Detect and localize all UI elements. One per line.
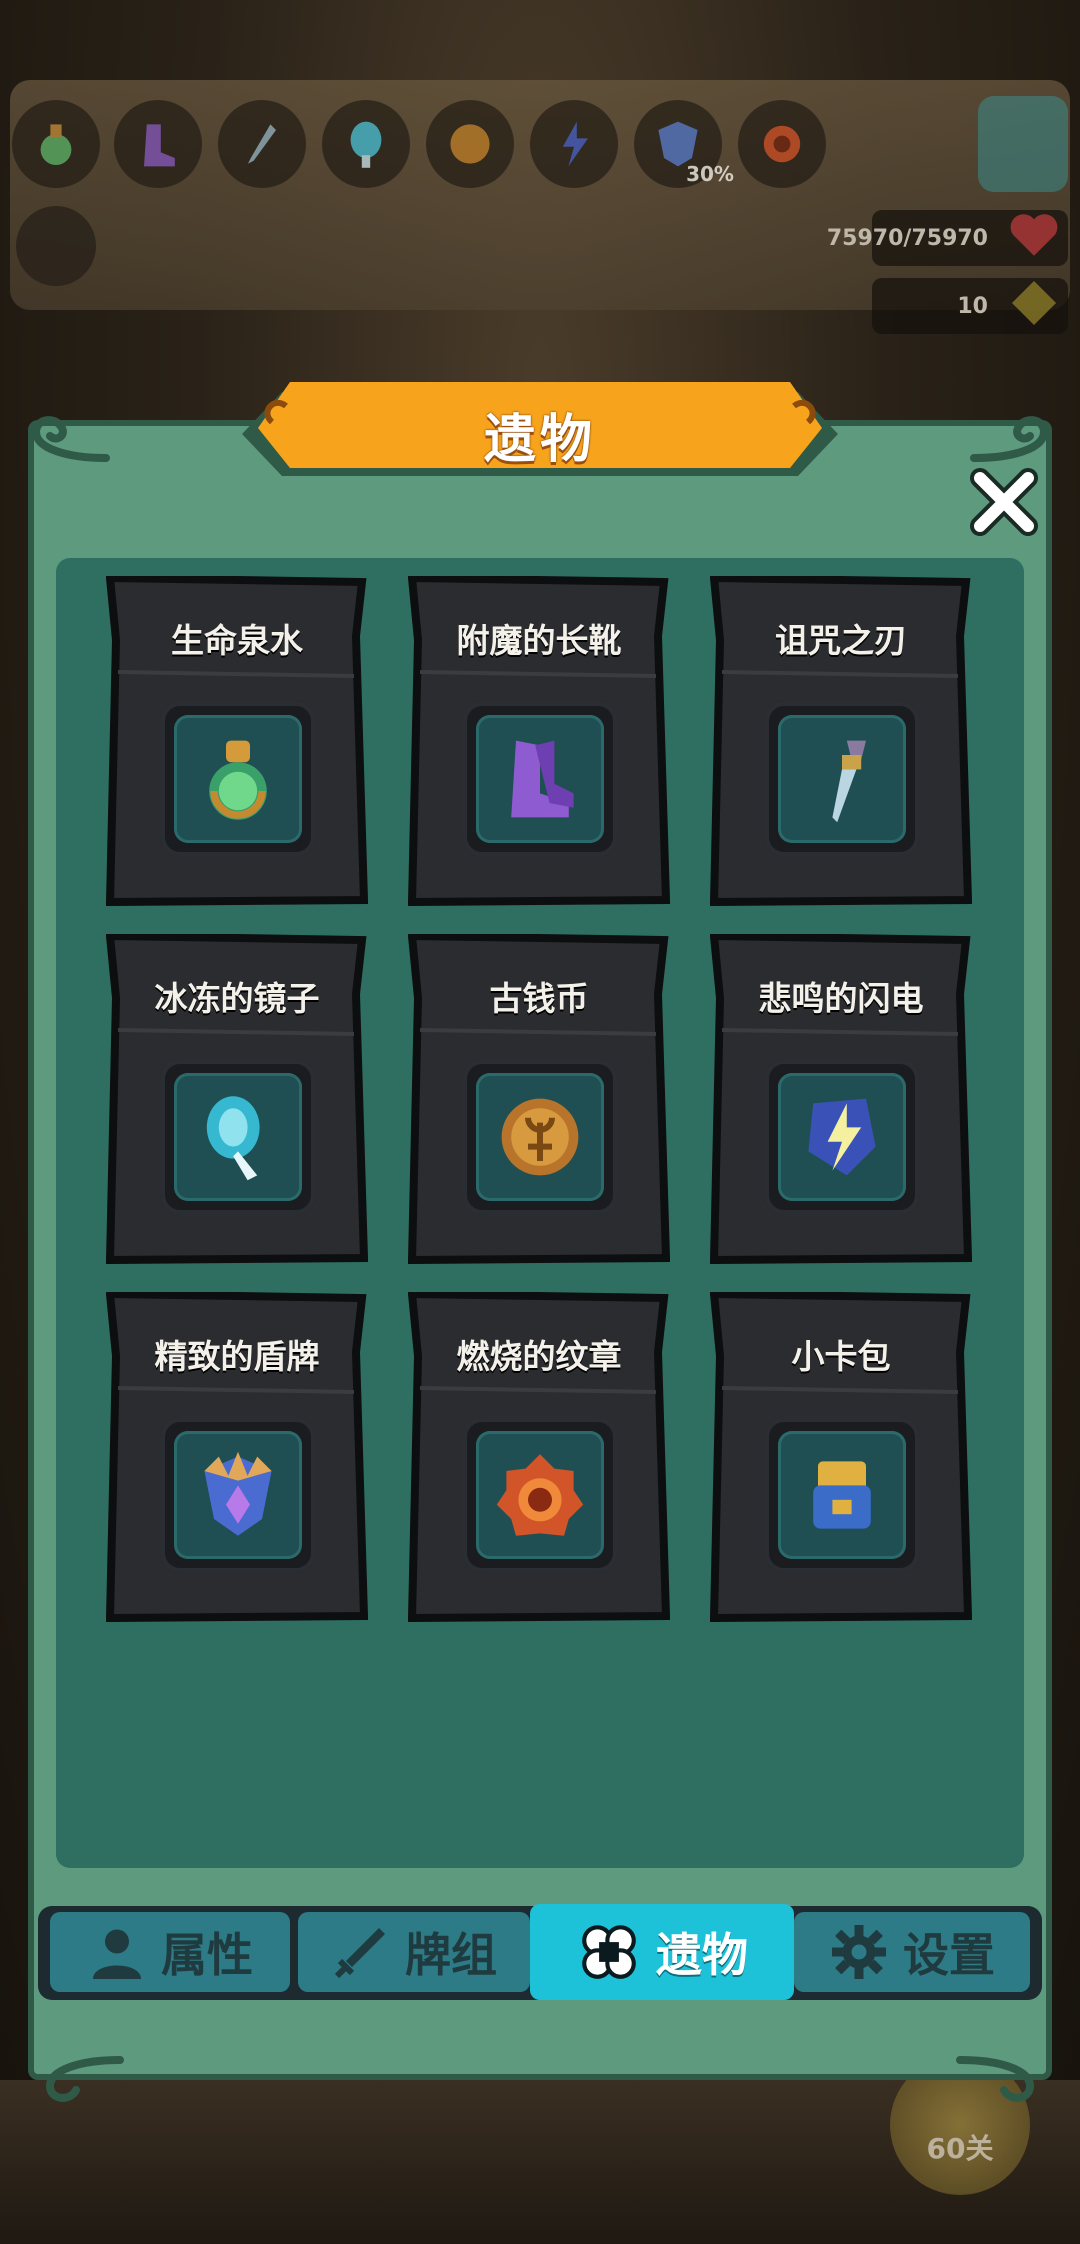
tab-label: 属性 (161, 1928, 253, 1982)
energy-icon (1008, 277, 1060, 335)
energy-display: 10 (872, 278, 1068, 334)
lightning-icon (808, 1098, 876, 1176)
close-button[interactable] (962, 460, 1046, 544)
tab-attributes[interactable]: 属性 (50, 1912, 290, 1992)
relic-card[interactable]: 古钱币 (408, 934, 670, 1264)
relic-card[interactable]: 燃烧的纹章 (408, 1292, 670, 1622)
top-emblem-icon[interactable] (738, 100, 826, 188)
shield-icon (204, 1451, 272, 1536)
clover-icon (576, 1919, 642, 1985)
sword-icon (331, 1922, 391, 1982)
boots-icon (511, 740, 574, 818)
health-display: 75970/75970 (827, 210, 1068, 266)
tab-label: 牌组 (405, 1928, 497, 1982)
relic-card[interactable]: 精致的盾牌 (106, 1292, 368, 1622)
top-dagger-icon[interactable] (218, 100, 306, 188)
emblem-icon (496, 1454, 584, 1536)
card-pack-shortcut-icon[interactable] (16, 206, 96, 286)
mirror-icon (206, 1096, 260, 1181)
person-icon (87, 1922, 147, 1982)
relic-card[interactable]: 附魔的长靴 (408, 576, 670, 906)
title-banner: 遗物 (242, 382, 838, 486)
top-coin-icon[interactable] (426, 100, 514, 188)
top-potion-icon[interactable] (12, 100, 100, 188)
curl-bottom-left-icon (45, 2056, 124, 2102)
dagger-icon (832, 740, 866, 823)
modal-title: 遗物 (483, 409, 596, 470)
energy-value: 10 (957, 293, 988, 319)
tab-deck[interactable]: 牌组 (298, 1912, 530, 1992)
relic-name: 精致的盾牌 (154, 1337, 320, 1376)
health-value: 75970/75970 (826, 225, 988, 251)
relic-name: 燃烧的纹章 (456, 1337, 622, 1376)
top-lightning-icon[interactable] (530, 100, 618, 188)
relic-card[interactable]: 生命泉水 (106, 576, 368, 906)
relic-card[interactable]: 悲鸣的闪电 (710, 934, 972, 1264)
close-icon (970, 468, 1038, 536)
top-mirror-icon[interactable] (322, 100, 410, 188)
relic-name: 小卡包 (791, 1337, 891, 1376)
relic-name: 悲鸣的闪电 (758, 979, 924, 1018)
coin-icon (501, 1098, 579, 1176)
relic-card[interactable]: 小卡包 (710, 1292, 972, 1622)
gear-icon (829, 1922, 889, 1982)
card-pack-icon (813, 1461, 871, 1529)
curl-top-left-icon (31, 416, 110, 462)
menu-mascot-icon[interactable] (978, 96, 1068, 192)
relic-name: 冰冻的镜子 (154, 979, 320, 1018)
relic-name: 诅咒之刃 (775, 621, 907, 660)
tab-label: 设置 (903, 1928, 995, 1982)
relic-name: 生命泉水 (171, 621, 303, 660)
curl-bottom-right-icon (956, 2056, 1035, 2102)
relic-card[interactable]: 冰冻的镜子 (106, 934, 368, 1264)
relic-card[interactable]: 诅咒之刃 (710, 576, 972, 906)
tab-relics[interactable]: 遗物 (530, 1904, 794, 2000)
heart-icon (1008, 211, 1060, 265)
tab-settings[interactable]: 设置 (794, 1912, 1030, 1992)
top-boots-icon[interactable] (114, 100, 202, 188)
relic-name: 附魔的长靴 (456, 621, 622, 660)
relic-name: 古钱币 (489, 979, 589, 1018)
tab-label: 遗物 (656, 1928, 748, 1982)
potion-icon (209, 740, 267, 820)
